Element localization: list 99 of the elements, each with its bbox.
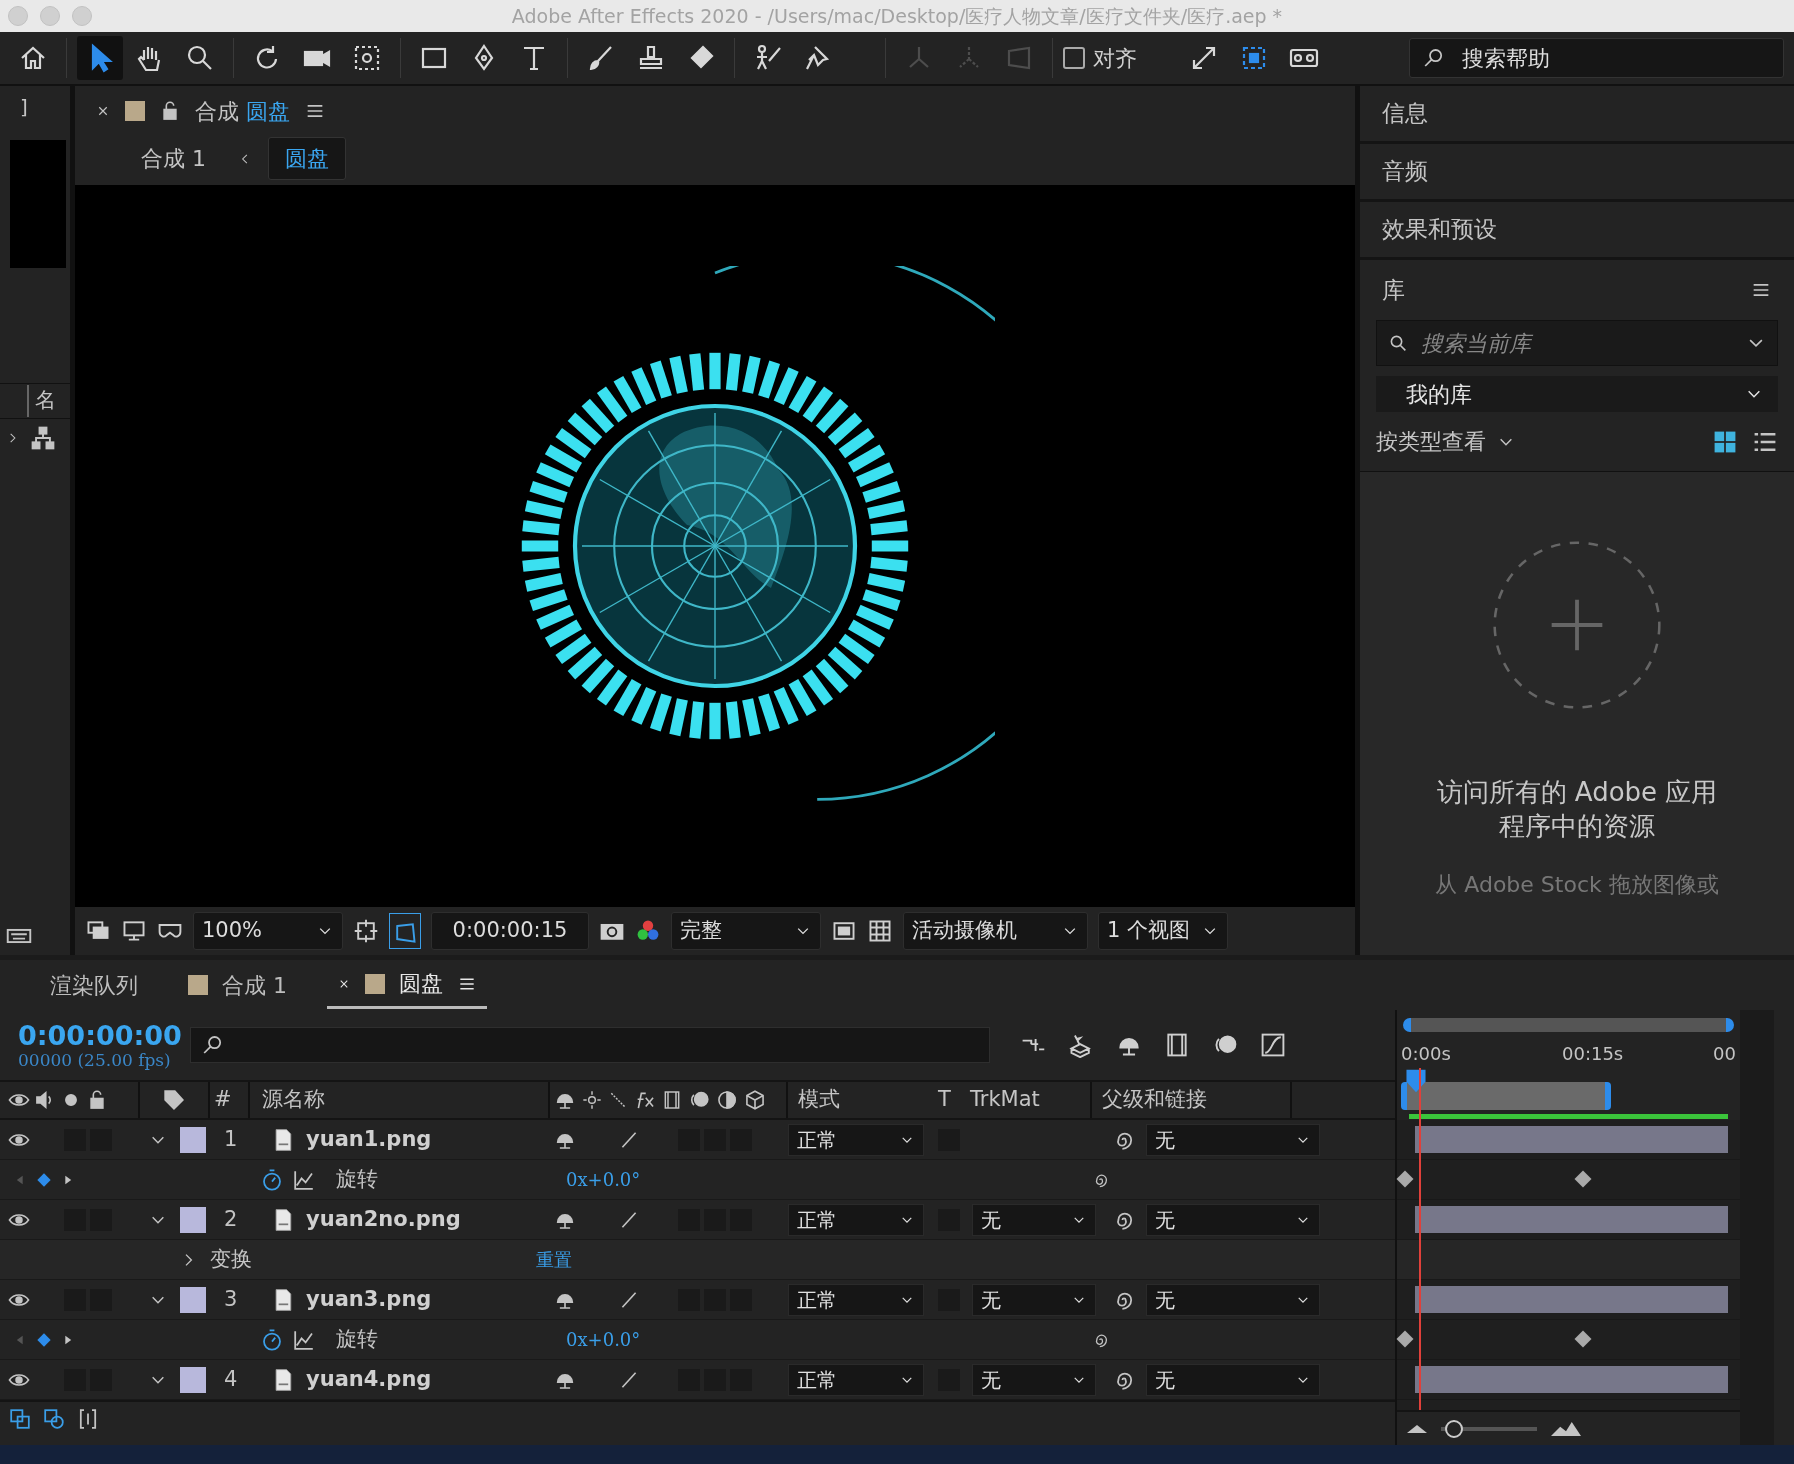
label-swatch: [180, 1366, 206, 1393]
adjustment-icon: [716, 1089, 738, 1111]
dashed-square-icon: [352, 43, 382, 73]
column-header: 源名称: [262, 1086, 325, 1114]
zoom-out-icon[interactable]: [1407, 1424, 1427, 1433]
window-control-button[interactable]: [40, 6, 60, 26]
timecode-field[interactable]: 0:00:00:15: [431, 912, 589, 950]
property-value[interactable]: 0x+0.0°: [566, 1166, 641, 1193]
frame-info: 00000 (25.00 fps): [18, 1050, 172, 1070]
window-control-button[interactable]: [8, 6, 28, 26]
film-icon: [1164, 1032, 1190, 1058]
help-search-field[interactable]: 搜索帮助: [1460, 40, 1760, 76]
column-header: T: [938, 1086, 951, 1114]
resolution-dropdown[interactable]: 完整: [671, 912, 821, 950]
layer-bar[interactable]: [1415, 1366, 1728, 1393]
stopwatch-icon: [260, 1167, 284, 1192]
monitor-icon: [121, 918, 147, 944]
layer-name[interactable]: yuan4.png: [306, 1363, 432, 1396]
mode-dropdown[interactable]: 正常: [788, 1123, 924, 1156]
layer-number: 3: [224, 1285, 238, 1313]
label-tag-icon: [162, 1088, 186, 1112]
layer-number: 4: [224, 1365, 238, 1393]
panel-tab[interactable]: 效果和预设: [1360, 202, 1794, 260]
layer-bar[interactable]: [1415, 1126, 1728, 1153]
layer-bar[interactable]: [1415, 1206, 1728, 1233]
slash-icon: [608, 1090, 628, 1110]
column-header: #: [214, 1086, 232, 1114]
label-swatch: [180, 1126, 206, 1153]
composition-tab[interactable]: 合成 圆盘: [195, 94, 290, 128]
timeline-tab[interactable]: 圆盘: [327, 961, 487, 1009]
breadcrumb[interactable]: 圆盘: [268, 137, 346, 180]
library-message: 访问所有的 Adobe 应用程序中的资源: [1435, 776, 1719, 843]
layer-name[interactable]: yuan2no.png: [306, 1203, 461, 1236]
view-by-dropdown[interactable]: 按类型查看: [1376, 425, 1516, 458]
layer-number: 2: [224, 1205, 238, 1233]
current-time[interactable]: 0:00:00:00: [18, 1020, 190, 1051]
help-search-box[interactable]: 搜索帮助: [1409, 38, 1784, 78]
breadcrumb[interactable]: 合成 1: [125, 138, 222, 179]
parent-dropdown[interactable]: 无: [1146, 1363, 1320, 1396]
column-header: 父级和链接: [1102, 1086, 1207, 1114]
property-value[interactable]: 0x+0.0°: [566, 1326, 641, 1353]
panel-tab[interactable]: 信息: [1360, 86, 1794, 144]
layer-search-field[interactable]: [190, 1027, 990, 1063]
camera-dropdown[interactable]: 活动摄像机: [903, 912, 1088, 950]
window-title: Adobe After Effects 2020 - /Users/mac/Desktop/医疗人物文章/医疗文件夹/医疗.aep *: [511, 3, 1283, 29]
column-header: TrkMat: [970, 1086, 1040, 1114]
parent-dropdown[interactable]: 无: [1146, 1123, 1320, 1156]
panel-tab[interactable]: 音频: [1360, 144, 1794, 202]
stopwatch-icon: [260, 1327, 284, 1352]
cube-icon: [744, 1089, 766, 1111]
layer-bar[interactable]: [1415, 1286, 1728, 1313]
column-header: 模式: [798, 1086, 840, 1114]
library-hint: 从 Adobe Stock 拖放图像或: [1435, 870, 1719, 899]
library-dropdown[interactable]: 我的库: [1376, 376, 1778, 412]
work-area-range[interactable]: [1401, 1082, 1611, 1110]
zoom-in-icon[interactable]: [1551, 1421, 1581, 1436]
time-label: 00:15s: [1562, 1042, 1624, 1066]
align-checkbox[interactable]: 对齐: [1063, 41, 1137, 75]
mode-dropdown[interactable]: 正常: [788, 1203, 924, 1236]
track-matte-dropdown[interactable]: 无: [972, 1203, 1096, 1236]
hierarchy-icon: [30, 425, 56, 451]
graph-editor-icon: [1260, 1032, 1286, 1058]
property-name: 旋转: [336, 1165, 378, 1193]
film-icon: [662, 1090, 682, 1110]
scrollbar[interactable]: [1740, 1010, 1774, 1445]
track-matte-dropdown[interactable]: 无: [972, 1283, 1096, 1316]
color-swatch: [125, 101, 145, 121]
parent-dropdown[interactable]: 无: [1146, 1283, 1320, 1316]
sun-icon: [582, 1090, 602, 1110]
library-search-box[interactable]: 搜索当前库: [1376, 320, 1778, 366]
label-swatch: [180, 1206, 206, 1233]
property-group-name[interactable]: 变换: [210, 1243, 252, 1276]
window-control-button[interactable]: [72, 6, 92, 26]
track-matte-dropdown[interactable]: 无: [972, 1363, 1096, 1396]
library-search-field[interactable]: 搜索当前库: [1419, 325, 1735, 361]
layer-number: 1: [224, 1125, 238, 1153]
panel-label: ]: [19, 94, 29, 121]
panel-title: 库: [1382, 275, 1405, 305]
checkerboard-icon: [867, 918, 893, 944]
time-label: 00: [1713, 1042, 1736, 1066]
playhead-icon: [1403, 1068, 1429, 1094]
views-dropdown[interactable]: 1 个视图: [1098, 912, 1228, 950]
zoom-dropdown[interactable]: 100%: [193, 912, 343, 950]
mode-dropdown[interactable]: 正常: [788, 1363, 924, 1396]
crop-icon: [353, 918, 379, 944]
layer-name[interactable]: yuan1.png: [306, 1123, 432, 1156]
property-name: 旋转: [336, 1325, 378, 1353]
layer-name[interactable]: yuan3.png: [306, 1283, 432, 1316]
parent-dropdown[interactable]: 无: [1146, 1203, 1320, 1236]
tool-button[interactable]: [77, 36, 123, 80]
slider-thumb[interactable]: [1444, 1419, 1463, 1438]
timeline-tab[interactable]: 渲染队列: [40, 962, 148, 1008]
time-label: 0:00s: [1401, 1042, 1451, 1066]
timeline-tab[interactable]: 合成 1: [178, 962, 297, 1008]
work-area-bar[interactable]: [1403, 1018, 1734, 1032]
reset-link[interactable]: 重置: [536, 1246, 572, 1273]
mode-dropdown[interactable]: 正常: [788, 1283, 924, 1316]
label-swatch: [180, 1286, 206, 1313]
column-header: 名: [27, 385, 56, 417]
